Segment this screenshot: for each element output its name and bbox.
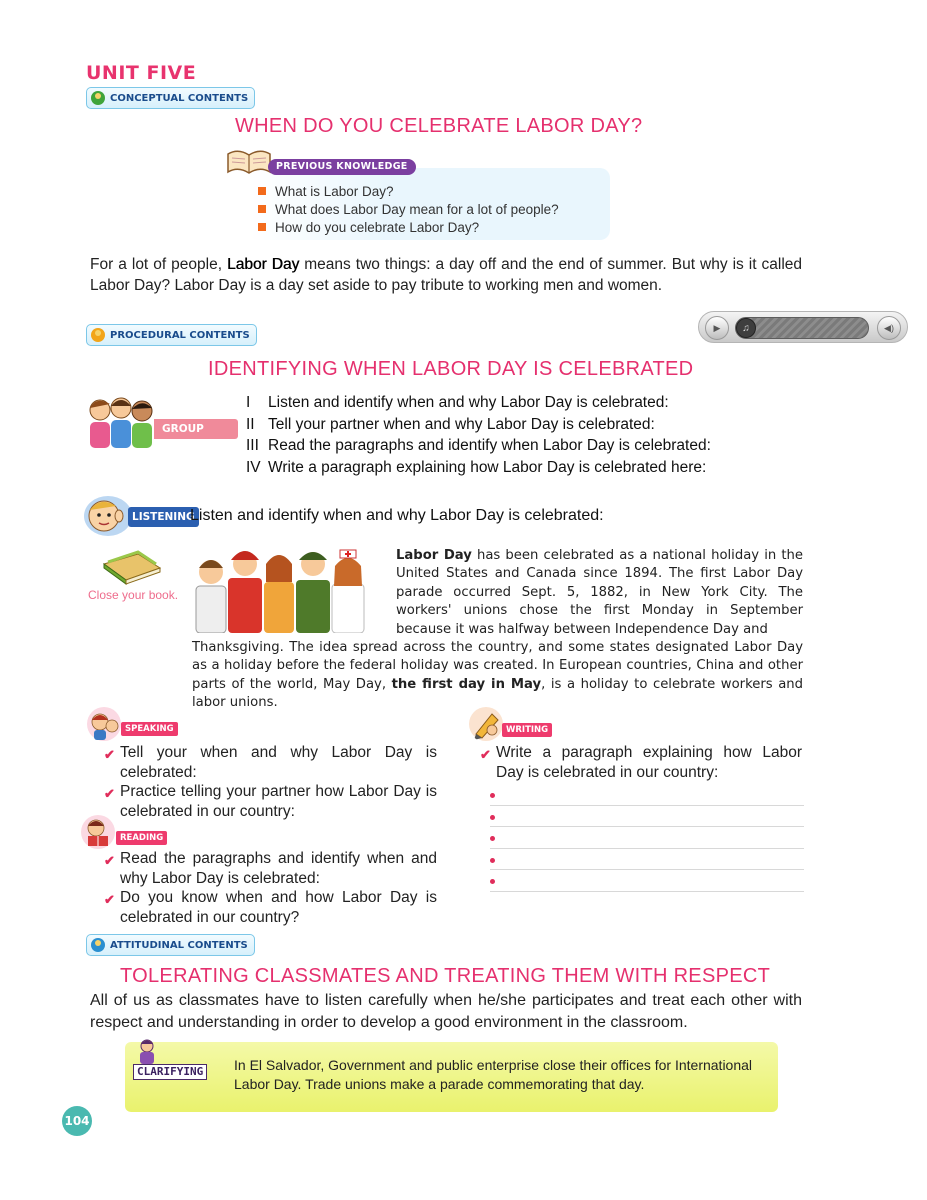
audio-progress-track[interactable]: ♫ [735,317,869,339]
close-book-note: Close your book. [88,588,179,602]
group-work-steps: I Listen and identify when and why Labor … [246,392,711,478]
writing-list: ✔ Write a paragraph explaining how Labor … [480,743,802,782]
speaking-icon [87,707,121,741]
workers-illustration [192,538,384,633]
bullet-square-icon [258,205,266,213]
listening-boy-icon [84,496,132,536]
bullet-dot-icon [490,879,495,884]
previous-knowledge-label: PREVIOUS KNOWLEDGE [268,159,416,175]
list-item: ✔ Practice telling your partner how Labor… [104,783,437,820]
bullet-square-icon [258,187,266,195]
procedural-contents-tag: PROCEDURAL CONTENTS [86,324,257,346]
teacher-icon [140,1039,154,1064]
reading-label: READING [116,831,168,845]
attitudinal-heading: TOLERATING CLASSMATES AND TREATING THEM … [120,965,771,987]
list-item: What is Labor Day? [258,182,559,200]
writing-answer-lines[interactable] [490,784,804,892]
conceptual-contents-label: CONCEPTUAL CONTENTS [110,92,249,104]
student-icon [91,328,105,342]
bullet-dot-icon [490,793,495,798]
writing-pencil-icon [469,707,503,741]
unit-title: UNIT FIVE [86,62,197,84]
article-paragraph-bottom: Thanksgiving. The idea spread across the… [192,640,804,711]
list-item: ✔ Write a paragraph explaining how Labor … [480,744,802,781]
group-of-kids-icon [89,397,153,448]
intro-paragraph: For a lot of people, Labor Day means two… [90,256,803,294]
list-item: II Tell your partner when and why Labor D… [246,415,655,433]
list-item: ✔ Read the paragraphs and identify when a… [104,850,437,887]
bullet-square-icon [258,223,266,231]
listening-label: LISTENING [128,507,199,527]
bullet-dot-icon [490,857,495,863]
intro-bold: Labor Day [227,256,300,273]
article-paragraph-top: Labor Day has been celebrated as a natio… [396,548,803,637]
listening-instruction: Listen and identify when and why Labor D… [190,507,604,524]
audio-progress-knob[interactable]: ♫ [736,318,756,338]
student-icon [91,938,105,952]
checkmark-icon: ✔ [104,747,115,762]
list-item: How do you celebrate Labor Day? [258,218,559,236]
page-title: WHEN DO YOU CELEBRATE LABOR DAY? [235,115,643,137]
answer-line[interactable] [490,849,804,870]
closed-book-icon [102,550,162,585]
previous-knowledge-list: What is Labor Day? What does Labor Day m… [258,182,559,236]
checkmark-icon: ✔ [104,853,115,868]
audio-player[interactable]: ▶ ♫ ◀) [698,311,908,343]
procedural-heading: IDENTIFYING WHEN LABOR DAY IS CELEBRATED [208,358,694,380]
answer-line[interactable] [490,806,804,827]
reading-icon [81,815,115,849]
attitudinal-contents-label: ATTITUDINAL CONTENTS [110,939,248,951]
student-icon [91,91,105,105]
answer-line[interactable] [490,827,804,849]
checkmark-icon: ✔ [104,892,115,907]
conceptual-contents-tag: CONCEPTUAL CONTENTS [86,87,256,109]
reading-list: ✔ Read the paragraphs and identify when a… [104,849,437,927]
list-item: I Listen and identify when and why Labor … [246,394,669,411]
list-item: ✔ Do you know when and how Labor Day is c… [104,889,437,926]
page-number: 104 [62,1106,92,1136]
checkmark-icon: ✔ [480,747,491,762]
clarifying-text: In El Salvador, Government and public en… [234,1057,753,1092]
attitudinal-contents-tag: ATTITUDINAL CONTENTS [86,934,255,956]
speaking-label: SPEAKING [121,722,178,736]
checkmark-icon: ✔ [104,786,115,801]
answer-line[interactable] [490,784,804,806]
list-item: III Read the paragraphs and identify when… [246,437,711,454]
play-icon: ▶ [713,322,721,333]
attitudinal-paragraph: All of us as classmates have to listen c… [90,992,802,1031]
volume-icon: ◀) [884,322,894,333]
procedural-contents-label: PROCEDURAL CONTENTS [110,329,250,341]
bullet-dot-icon [490,814,495,820]
writing-label: WRITING [502,723,553,737]
open-book-icon [227,150,271,174]
list-item: ✔ Tell your when and why Labor Day is cel… [104,744,437,781]
play-button[interactable]: ▶ [705,316,729,340]
list-item: What does Labor Day mean for a lot of pe… [258,200,559,218]
music-note-icon: ♫ [742,322,750,334]
clarifying-label: CLARIFYING [133,1064,208,1080]
bullet-dot-icon [490,836,495,841]
answer-line[interactable] [490,870,804,892]
group-work-label: GROUP WORK [154,419,238,455]
list-item: IV Write a paragraph explaining how Labor… [246,458,707,476]
volume-button[interactable]: ◀) [877,316,901,340]
speaking-list: ✔ Tell your when and why Labor Day is cel… [104,743,437,821]
